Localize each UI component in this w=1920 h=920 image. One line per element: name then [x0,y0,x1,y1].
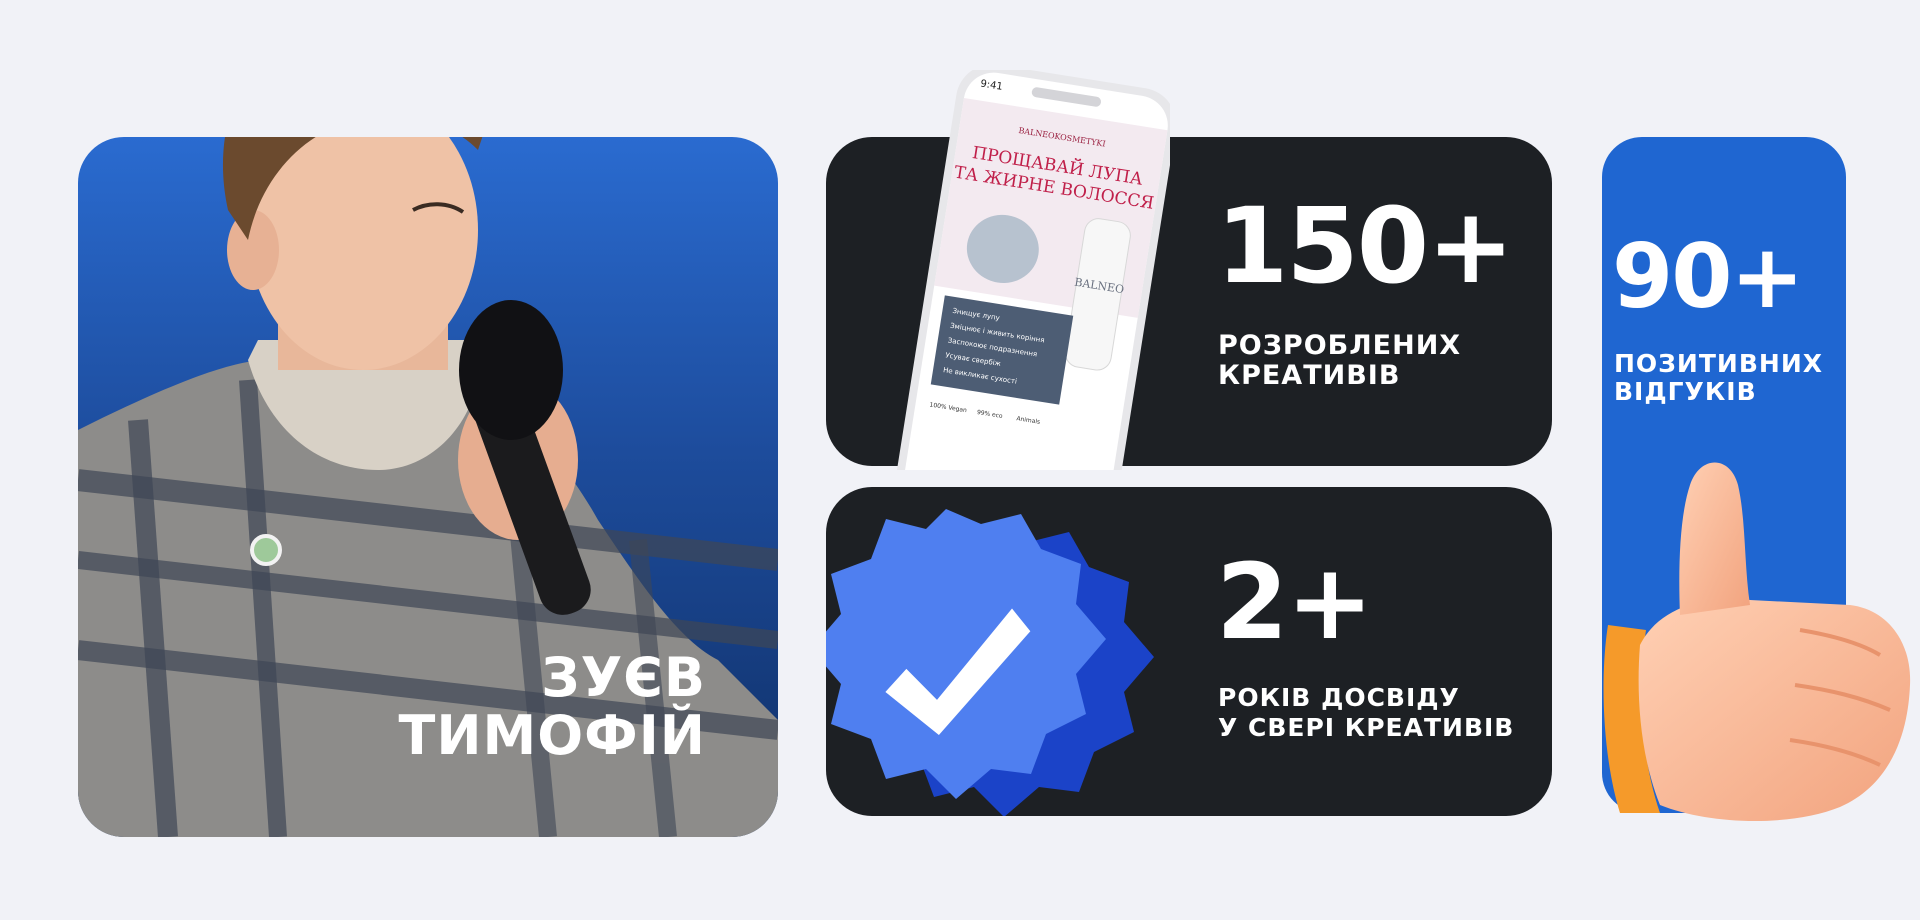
reviews-count: 90+ [1612,225,1804,328]
name-line2: ТИМОФІЙ [398,704,706,767]
reviews-label-line1: ПОЗИТИВНИХ [1614,349,1824,378]
profile-card: ЗУЄВ ТИМОФІЙ [78,137,778,837]
creatives-label-line1: РОЗРОБЛЕНИХ [1218,330,1462,361]
thumbs-up-icon [1603,462,1911,822]
experience-years: 2+ [1216,541,1374,663]
reviews-label: ПОЗИТИВНИХ ВІДГУКІВ [1614,350,1823,406]
name-line1: ЗУЄВ [541,646,706,709]
reviews-label-line2: ВІДГУКІВ [1614,377,1757,406]
verified-badge-icon [826,509,1154,816]
creatives-count: 150+ [1216,185,1514,307]
phone-mockup: 9:41 BALNEOKOSMETYKI ПРОЩАВАЙ ЛУПА ТА ЖИ… [896,70,1170,470]
creatives-label: РОЗРОБЛЕНИХ КРЕАТИВІВ [1218,331,1461,391]
experience-label-line2: У СВЕРІ КРЕАТИВІВ [1218,713,1515,742]
creatives-label-line2: КРЕАТИВІВ [1218,360,1401,391]
experience-label: РОКІВ ДОСВІДУ У СВЕРІ КРЕАТИВІВ [1218,683,1514,743]
experience-label-line1: РОКІВ ДОСВІДУ [1218,683,1460,712]
person-name: ЗУЄВ ТИМОФІЙ [398,649,706,765]
